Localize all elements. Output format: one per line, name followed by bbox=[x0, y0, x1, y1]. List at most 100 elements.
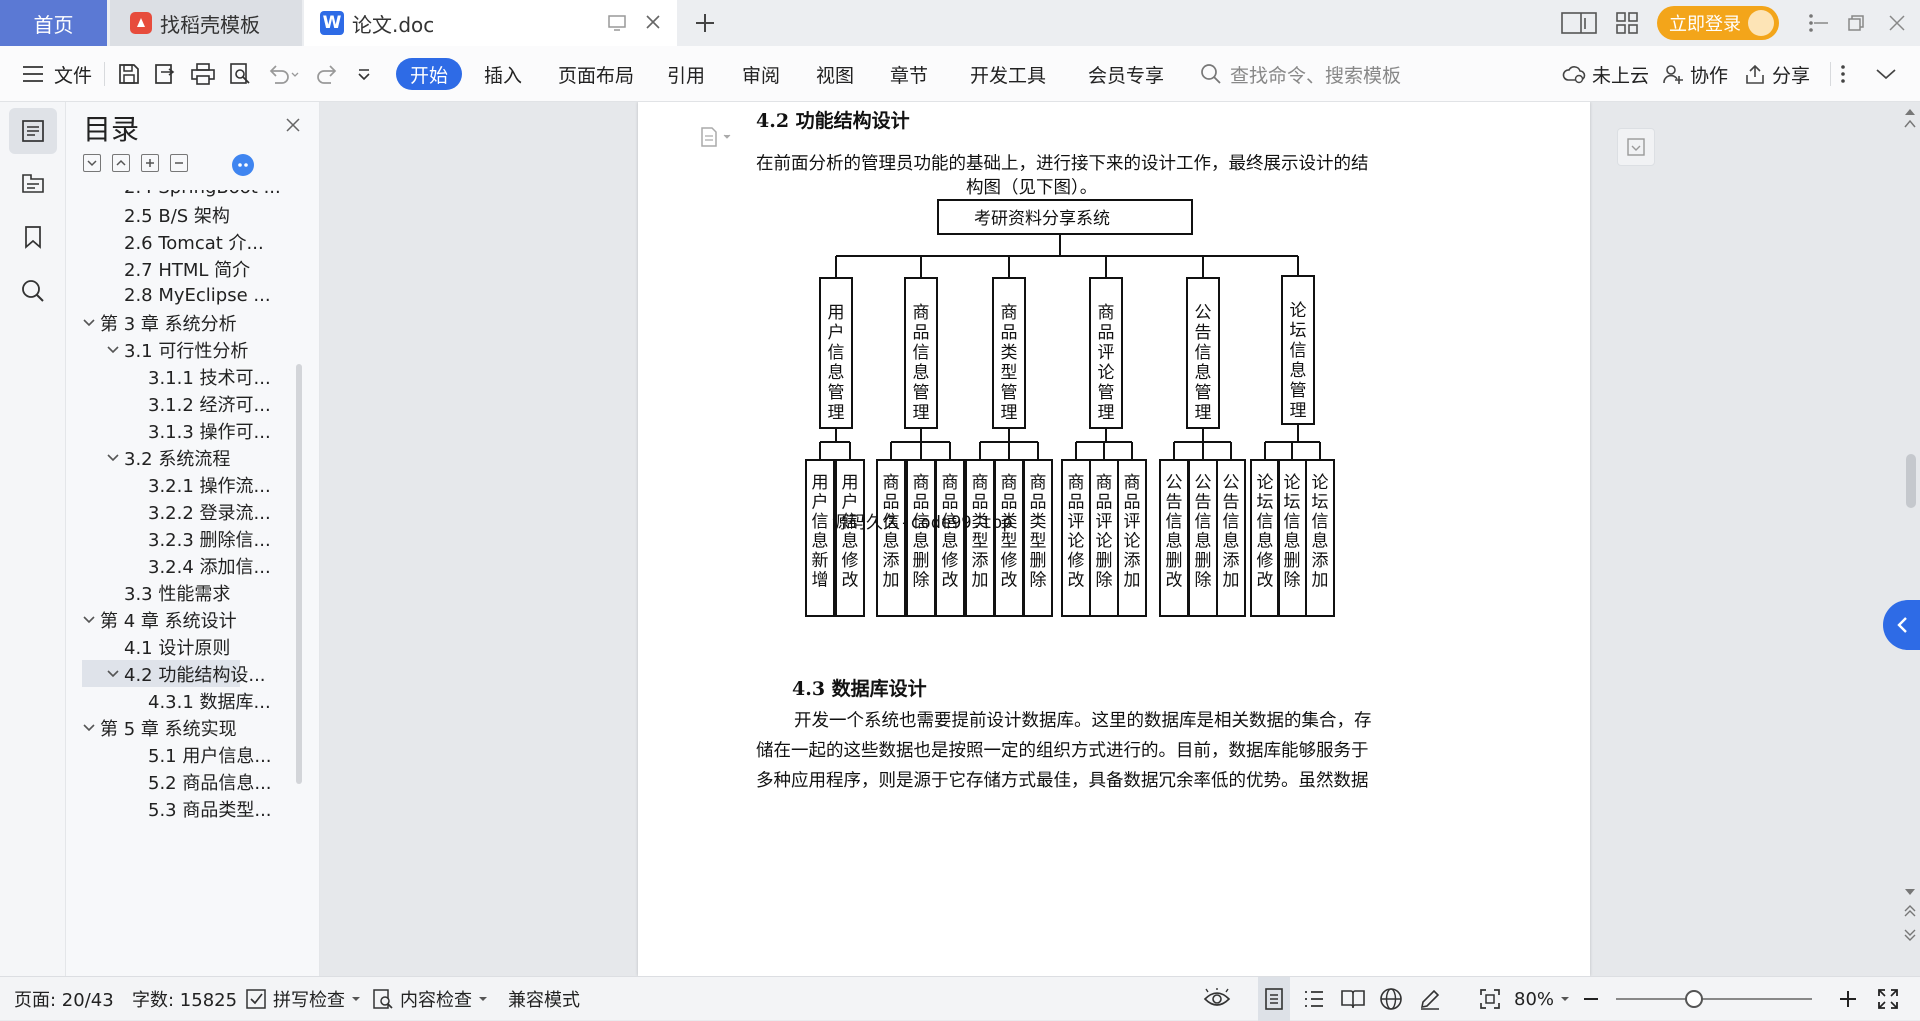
toc-view-icon[interactable] bbox=[9, 108, 57, 154]
menu-start[interactable]: 开始 bbox=[396, 58, 462, 90]
collab-button[interactable]: 协作 bbox=[1662, 46, 1728, 102]
chevron-down-icon[interactable] bbox=[106, 667, 120, 681]
prev-page-icon[interactable] bbox=[1903, 904, 1917, 918]
eye-protection-icon[interactable] bbox=[1203, 977, 1231, 1021]
toc-item[interactable]: 5.2 商品信息... bbox=[70, 768, 294, 795]
file-menu-button[interactable]: 文件 bbox=[22, 46, 92, 102]
toc-item[interactable]: 3.2.4 添加信... bbox=[70, 552, 294, 579]
close-icon[interactable] bbox=[284, 116, 302, 134]
toc-item[interactable]: 3.2 系统流程 bbox=[70, 444, 294, 471]
menu-references[interactable]: 引用 bbox=[667, 46, 705, 102]
word-count[interactable]: 字数: 15825 bbox=[132, 977, 237, 1021]
command-search-input[interactable]: 查找命令、搜索模板 bbox=[1200, 46, 1401, 102]
scrollbar-thumb[interactable] bbox=[1906, 454, 1916, 508]
menu-page-layout[interactable]: 页面布局 bbox=[558, 46, 634, 102]
write-mode-icon[interactable] bbox=[1418, 977, 1442, 1021]
tab-document[interactable]: W 论文.doc bbox=[304, 0, 677, 46]
toc-item[interactable]: 3.1.2 经济可... bbox=[70, 390, 294, 417]
print-icon[interactable] bbox=[190, 46, 216, 102]
web-view-icon[interactable] bbox=[1379, 977, 1403, 1021]
toc-item[interactable]: 5.1 用户信息... bbox=[70, 741, 294, 768]
collapse-ribbon-icon[interactable] bbox=[1874, 46, 1898, 102]
apps-grid-icon[interactable] bbox=[1614, 10, 1640, 36]
export-pdf-icon[interactable] bbox=[153, 46, 177, 102]
vertical-scrollbar[interactable] bbox=[1900, 102, 1920, 976]
toc-item[interactable]: 3.2.2 登录流... bbox=[70, 498, 294, 525]
menu-review[interactable]: 审阅 bbox=[742, 46, 780, 102]
smart-toc-icon[interactable] bbox=[232, 154, 254, 176]
close-tab-icon[interactable] bbox=[643, 12, 663, 32]
outline-view-icon[interactable] bbox=[1302, 977, 1326, 1021]
cloud-status-button[interactable]: 未上云 bbox=[1562, 46, 1649, 102]
tab-home[interactable]: 首页 bbox=[0, 0, 107, 46]
page-count[interactable]: 页面: 20/43 bbox=[14, 977, 114, 1021]
toc-item[interactable]: 3.1.3 操作可... bbox=[70, 417, 294, 444]
chevron-down-icon[interactable] bbox=[82, 613, 96, 627]
chevron-down-icon[interactable] bbox=[106, 343, 120, 357]
toc-item[interactable]: 第 3 章 系统分析 bbox=[70, 309, 294, 336]
format-panel-icon[interactable] bbox=[1617, 128, 1655, 166]
toc-item[interactable]: 4.2 功能结构设... bbox=[82, 660, 266, 687]
chevron-down-icon[interactable] bbox=[82, 316, 96, 330]
redo-icon[interactable] bbox=[316, 46, 340, 102]
undo-icon[interactable] bbox=[266, 46, 300, 102]
chapter-nav-icon[interactable] bbox=[9, 160, 57, 206]
toc-item[interactable]: 2.6 Tomcat 介... bbox=[70, 228, 294, 255]
restore-icon[interactable] bbox=[1845, 12, 1867, 34]
quick-access-dropdown-icon[interactable] bbox=[356, 46, 372, 102]
more-options-icon[interactable] bbox=[1838, 46, 1848, 102]
menu-developer[interactable]: 开发工具 bbox=[970, 46, 1046, 102]
menu-member[interactable]: 会员专享 bbox=[1088, 46, 1164, 102]
tab-templates[interactable]: 找稻壳模板 bbox=[110, 0, 302, 46]
collapse-all-icon[interactable] bbox=[112, 154, 130, 172]
zoom-out-icon[interactable] bbox=[1582, 977, 1600, 1021]
close-window-icon[interactable] bbox=[1886, 12, 1908, 34]
minimize-icon[interactable] bbox=[1810, 12, 1832, 34]
next-page-icon[interactable] bbox=[1903, 928, 1917, 942]
toc-scrollbar[interactable] bbox=[296, 364, 302, 784]
expand-all-icon[interactable] bbox=[83, 154, 101, 172]
print-preview-icon[interactable] bbox=[228, 46, 252, 102]
toc-item[interactable]: 3.2.3 删除信... bbox=[70, 525, 294, 552]
zoom-slider-track[interactable] bbox=[1616, 998, 1812, 1000]
new-tab-icon[interactable] bbox=[688, 8, 722, 38]
window-pin-icon[interactable] bbox=[607, 12, 627, 32]
zoom-level-dropdown[interactable]: 80% bbox=[1514, 977, 1570, 1021]
document-page[interactable]: 4.2 功能结构设计 在前面分析的管理员功能的基础上，进行接下来的设计工作，最终… bbox=[638, 102, 1590, 976]
login-button[interactable]: 立即登录 bbox=[1657, 6, 1779, 40]
share-button[interactable]: 分享 bbox=[1744, 46, 1810, 102]
toc-item[interactable]: 3.3 性能需求 bbox=[70, 579, 294, 606]
zoom-in-icon[interactable] bbox=[1838, 977, 1858, 1021]
fit-page-icon[interactable] bbox=[1478, 977, 1502, 1021]
toc-item[interactable]: 2.4 SpringBoot ... bbox=[70, 190, 294, 201]
menu-view[interactable]: 视图 bbox=[816, 46, 854, 102]
scroll-up-icon[interactable] bbox=[1903, 106, 1917, 118]
toc-item[interactable]: 第 5 章 系统实现 bbox=[70, 714, 294, 741]
layout-toggle-icon[interactable] bbox=[1561, 10, 1597, 36]
chevron-down-icon[interactable] bbox=[82, 721, 96, 735]
bookmark-icon[interactable] bbox=[9, 214, 57, 260]
toc-item[interactable]: 4.1 设计原则 bbox=[70, 633, 294, 660]
toc-item[interactable]: 2.8 MyEclipse ... bbox=[70, 282, 294, 309]
toc-item[interactable]: 第 4 章 系统设计 bbox=[70, 606, 294, 633]
menu-insert[interactable]: 插入 bbox=[484, 46, 522, 102]
zoom-slider-knob[interactable] bbox=[1685, 990, 1703, 1008]
toc-item[interactable]: 3.2.1 操作流... bbox=[70, 471, 294, 498]
page-view-icon[interactable] bbox=[1258, 977, 1290, 1021]
fullscreen-icon[interactable] bbox=[1876, 977, 1900, 1021]
save-icon[interactable] bbox=[117, 46, 141, 102]
content-check-button[interactable]: 内容检查 bbox=[372, 977, 488, 1021]
remove-heading-icon[interactable] bbox=[170, 154, 188, 172]
find-icon[interactable] bbox=[9, 268, 57, 314]
toc-item[interactable]: 3.1 可行性分析 bbox=[70, 336, 294, 363]
reading-view-icon[interactable] bbox=[1340, 977, 1366, 1021]
menu-chapter[interactable]: 章节 bbox=[890, 46, 928, 102]
chevron-down-icon[interactable] bbox=[106, 451, 120, 465]
toc-item[interactable]: 5.3 商品类型... bbox=[70, 795, 294, 822]
toc-item[interactable]: 2.7 HTML 简介 bbox=[70, 255, 294, 282]
add-heading-icon[interactable] bbox=[141, 154, 159, 172]
toc-item[interactable]: 3.1.1 技术可... bbox=[70, 363, 294, 390]
scroll-down-icon[interactable] bbox=[1903, 886, 1917, 898]
scroll-up-arrow-icon[interactable] bbox=[1903, 118, 1917, 130]
toc-item[interactable]: 4.3.1 数据库... bbox=[70, 687, 294, 714]
